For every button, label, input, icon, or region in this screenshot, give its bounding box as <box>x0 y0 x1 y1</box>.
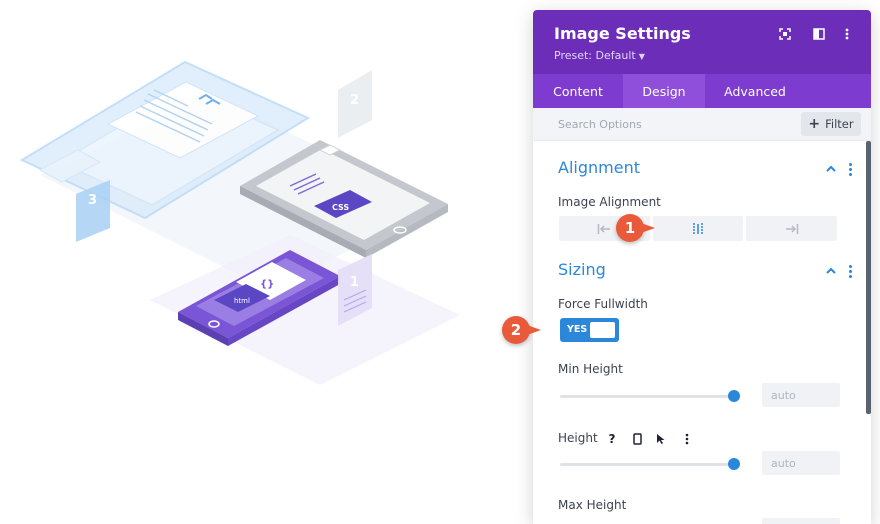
braces-tag: {} <box>260 279 274 290</box>
step-badge-2: 2 <box>502 316 530 344</box>
devices-illustration: 3 2 CSS html {} 1 <box>19 60 460 385</box>
html-tag: html <box>234 297 250 305</box>
force-fullwidth-label: Force Fullwidth <box>558 297 648 311</box>
align-right-icon <box>785 223 798 234</box>
search-options-row: Search Options + Filter <box>533 108 871 141</box>
focus-icon[interactable] <box>777 26 793 42</box>
caret-down-icon: ▼ <box>638 52 645 61</box>
align-right-button[interactable] <box>746 216 838 241</box>
image-alignment-options <box>559 216 838 241</box>
chevron-up-icon[interactable] <box>826 162 836 175</box>
badge-pointer-icon <box>527 325 541 335</box>
css-tag: CSS <box>332 203 349 212</box>
section-title-sizing[interactable]: Sizing <box>558 260 606 279</box>
search-input[interactable]: Search Options <box>558 118 642 131</box>
tab-bar: Content Design Advanced <box>533 74 871 108</box>
section-menu-icon[interactable] <box>849 265 852 278</box>
align-center-icon <box>693 222 703 235</box>
preset-selector[interactable]: Preset: Default ▼ <box>554 49 645 62</box>
chevron-up-icon[interactable] <box>826 264 836 277</box>
hover-cursor-icon[interactable] <box>653 431 669 447</box>
section-title-alignment[interactable]: Alignment <box>558 158 640 177</box>
min-height-input[interactable]: auto <box>762 383 840 407</box>
toggle-knob <box>590 322 615 338</box>
height-slider[interactable] <box>560 463 734 466</box>
min-height-slider-handle[interactable] <box>728 390 740 402</box>
card-label-3: 3 <box>88 193 97 208</box>
image-settings-panel: Image Settings Preset: Default ▼ Content … <box>533 10 871 524</box>
help-icon[interactable]: ? <box>604 431 620 447</box>
plus-icon: + <box>808 116 821 132</box>
more-vertical-icon[interactable] <box>839 26 855 42</box>
tab-content[interactable]: Content <box>533 74 623 108</box>
panel-scrollbar[interactable] <box>866 141 871 414</box>
height-label: Height <box>558 431 598 445</box>
force-fullwidth-toggle[interactable]: YES <box>560 318 619 342</box>
tab-advanced[interactable]: Advanced <box>705 74 805 108</box>
isometric-illustration: 3 2 CSS html {} 1 <box>0 0 520 524</box>
height-input[interactable]: auto <box>762 451 840 475</box>
tab-design[interactable]: Design <box>623 74 705 108</box>
more-options-icon[interactable] <box>679 431 695 447</box>
responsive-phone-icon[interactable] <box>629 431 645 447</box>
min-height-slider[interactable] <box>560 395 734 398</box>
image-alignment-label: Image Alignment <box>558 195 661 209</box>
align-center-button[interactable] <box>652 216 744 241</box>
panel-title: Image Settings <box>554 24 691 43</box>
badge-pointer-icon <box>641 223 655 233</box>
section-menu-icon[interactable] <box>849 163 852 176</box>
card-label-1: 1 <box>350 275 359 290</box>
filter-label: Filter <box>825 117 854 131</box>
max-height-input[interactable] <box>762 518 840 524</box>
min-height-label: Min Height <box>558 362 623 376</box>
panel-header: Image Settings Preset: Default ▼ <box>533 10 871 74</box>
step-badge-1: 1 <box>616 214 644 242</box>
height-slider-handle[interactable] <box>728 458 740 470</box>
align-left-icon <box>598 223 611 234</box>
toggle-yes-label: YES <box>567 324 588 335</box>
card-label-2: 2 <box>350 93 359 108</box>
filter-button[interactable]: + Filter <box>801 112 861 136</box>
max-height-label: Max Height <box>558 498 627 512</box>
split-view-icon[interactable] <box>811 26 827 42</box>
preset-label: Preset: Default <box>554 49 636 62</box>
